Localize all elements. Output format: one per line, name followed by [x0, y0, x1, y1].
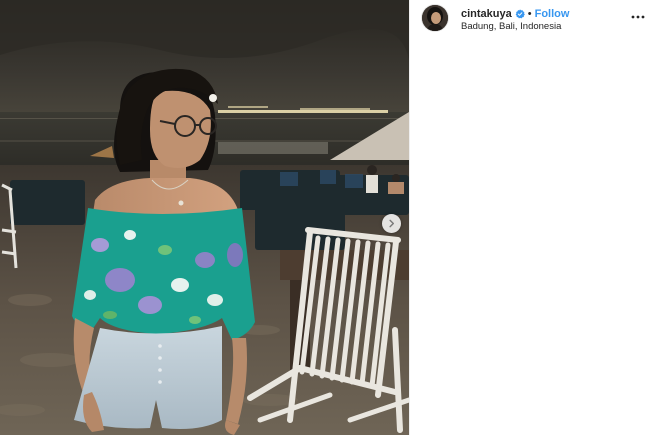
post-side-panel: cintakuya • Follow Badung, Bali, Indones… — [409, 0, 651, 435]
post-header: cintakuya • Follow Badung, Bali, Indones… — [410, 0, 651, 40]
follow-button[interactable]: Follow — [535, 8, 570, 20]
avatar-image — [422, 5, 448, 31]
username-link[interactable]: cintakuya — [461, 8, 512, 20]
carousel-next-button[interactable] — [382, 214, 401, 233]
separator-dot: • — [527, 8, 532, 20]
instagram-post: cintakuya • Follow Badung, Bali, Indones… — [0, 0, 651, 435]
profile-avatar[interactable] — [422, 5, 448, 31]
location-link[interactable]: Badung, Bali, Indonesia — [461, 21, 561, 32]
photo-scene — [0, 0, 409, 435]
chevron-right-icon — [389, 219, 395, 228]
more-options-icon — [631, 15, 645, 19]
verified-badge-icon — [515, 9, 525, 19]
post-photo[interactable] — [0, 0, 409, 435]
more-options-button[interactable] — [628, 9, 648, 25]
author-line: cintakuya • Follow — [461, 7, 569, 21]
